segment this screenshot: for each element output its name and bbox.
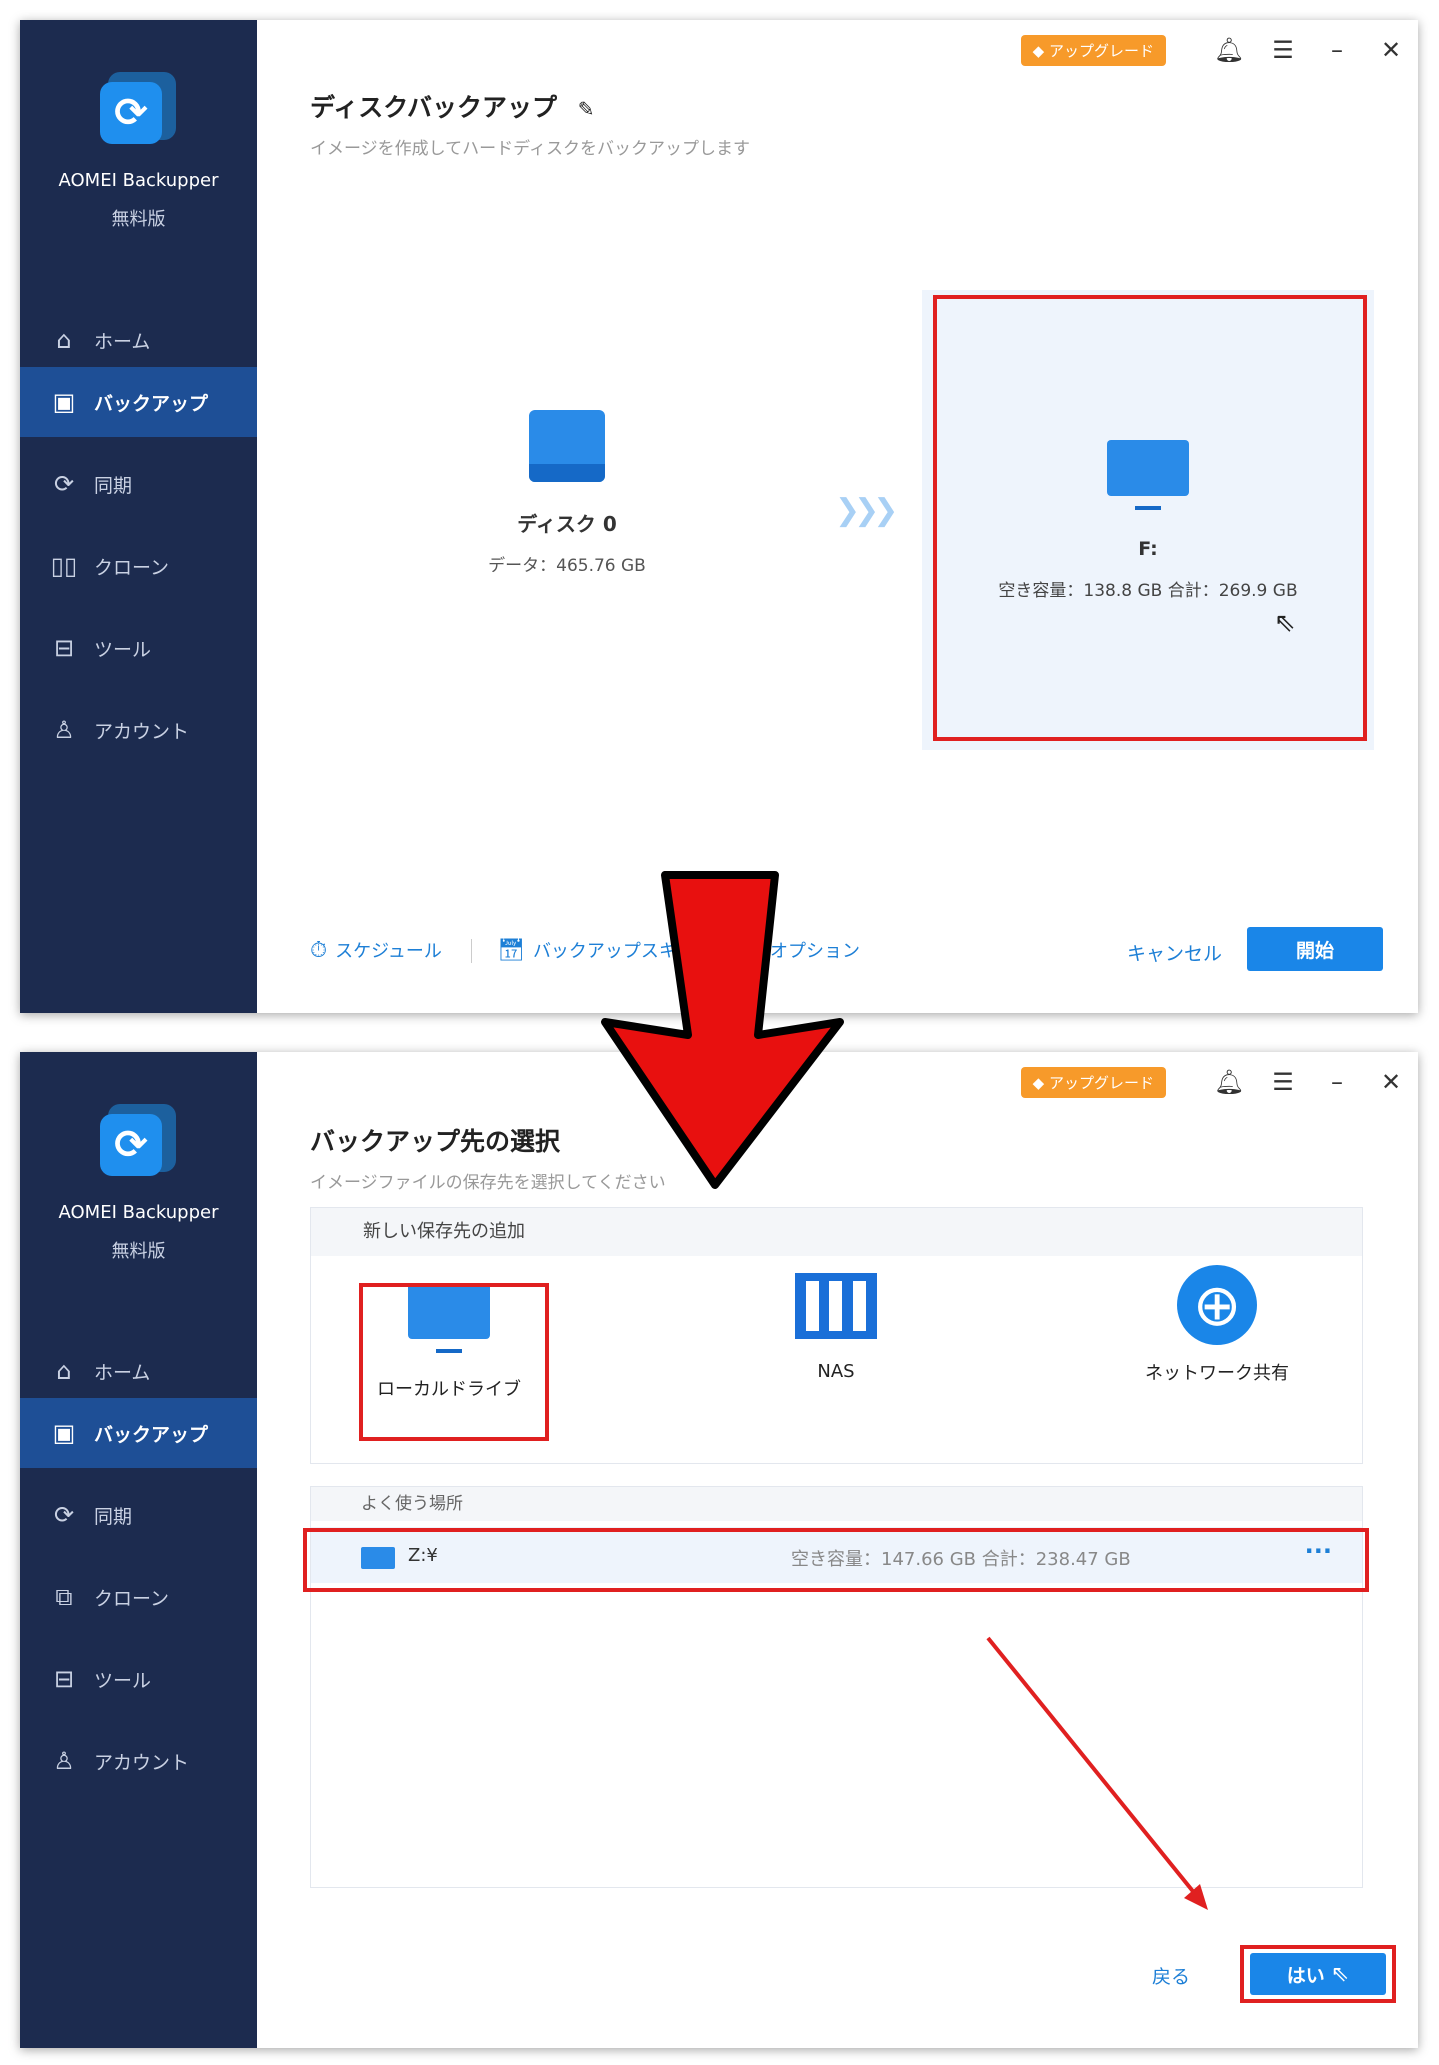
pointer-arrowhead-icon <box>1184 1884 1208 1910</box>
annotation-overlay <box>601 871 1208 1910</box>
pointer-arrow-line <box>986 1636 1202 1902</box>
big-down-arrow-icon <box>601 871 844 1189</box>
